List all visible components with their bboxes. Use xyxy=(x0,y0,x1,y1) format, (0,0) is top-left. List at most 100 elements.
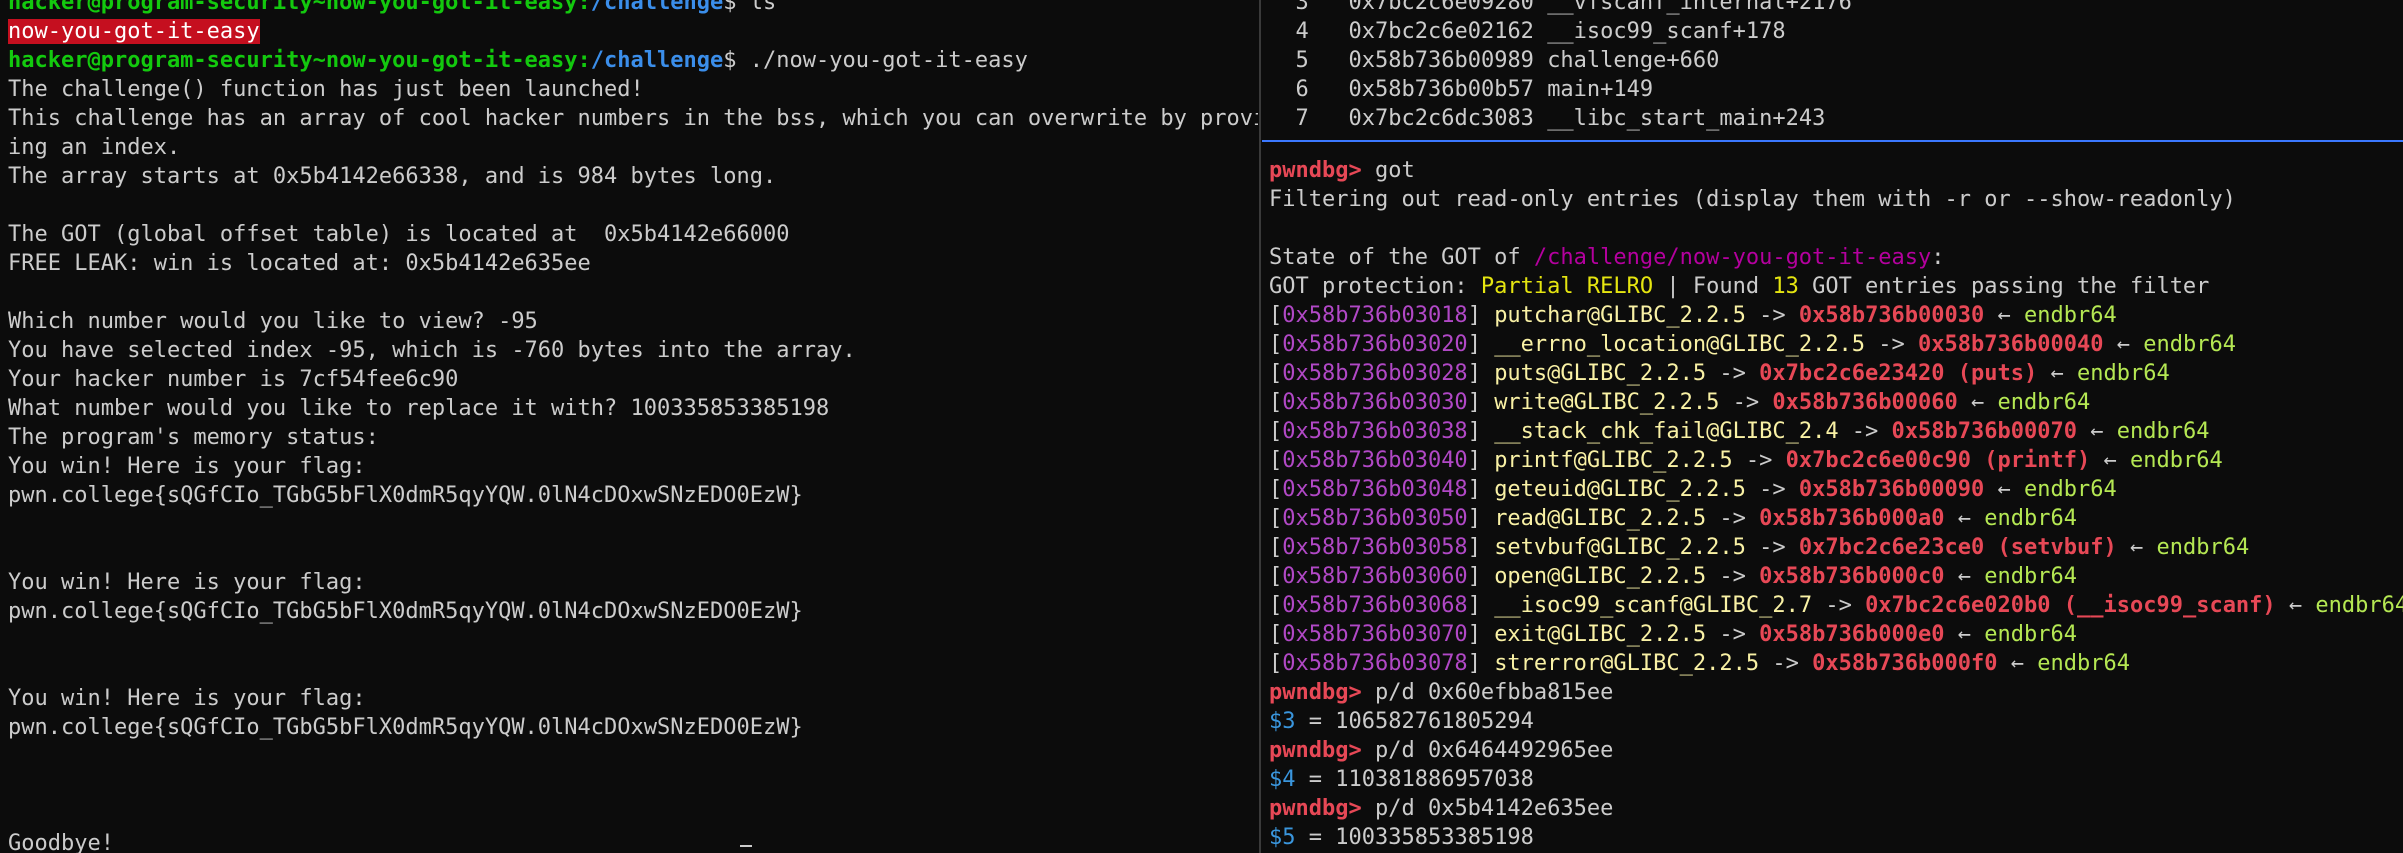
arrow-symbol: -> xyxy=(1706,506,1760,531)
frame-address: 0x58b736b00989 xyxy=(1348,48,1534,73)
got-target-address: 0x7bc2c6e020b0 xyxy=(1865,593,2051,618)
got-instruction: endbr64 xyxy=(2143,332,2236,357)
got-entry-row: [0x58b736b03068] __isoc99_scanf@GLIBC_2.… xyxy=(1269,591,2403,620)
output-text: Goodbye! xyxy=(8,831,114,853)
got-slot-address: 0x58b736b03058 xyxy=(1282,535,1468,560)
back-arrow-symbol: ← xyxy=(1984,303,2025,328)
output-text: pwn.college{sQGfCIo_TGbG5bFlX0dmR5qyYQW.… xyxy=(8,715,803,740)
result-value: 106582761805294 xyxy=(1335,709,1534,734)
frame-symbol: __isoc99_scanf+178 xyxy=(1547,19,1786,44)
equals-sign: = xyxy=(1295,767,1336,792)
pwndbg-prompt: pwndbg> xyxy=(1269,680,1362,705)
arrow-symbol: -> xyxy=(1706,564,1760,589)
bracket: [ xyxy=(1269,506,1283,531)
terminal-line: Goodbye! xyxy=(8,829,114,853)
output-text: ing an index. xyxy=(8,135,181,160)
frame-address: 0x58b736b00b57 xyxy=(1348,77,1534,102)
terminal-line: The challenge() function has just been l… xyxy=(8,75,644,104)
pad xyxy=(1362,738,1375,763)
output-text: What number would you like to replace it… xyxy=(8,396,830,421)
binary-path: /challenge/now-you-got-it-easy xyxy=(1533,245,1932,270)
got-instruction: endbr64 xyxy=(2116,419,2210,444)
got-instruction: endbr64 xyxy=(2130,448,2223,473)
bracket: [ xyxy=(1269,535,1283,560)
frame-address: 0x7bc2c6e02162 xyxy=(1348,19,1534,44)
back-arrow-symbol: ← xyxy=(1957,390,1998,415)
equals-sign: = xyxy=(1295,709,1336,734)
got-entry-row: [0x58b736b03060] open@GLIBC_2.2.5 -> 0x5… xyxy=(1269,562,2077,591)
bracket: [ xyxy=(1269,448,1283,473)
bracket: [ xyxy=(1269,332,1283,357)
got-target-address: 0x58b736b00060 xyxy=(1772,390,1958,415)
pwndbg-command: p/d 0x60efbba815ee xyxy=(1374,680,1614,705)
got-target-address: 0x58b736b00030 xyxy=(1798,303,1985,328)
bracket: [ xyxy=(1269,361,1283,386)
got-slot-address: 0x58b736b03020 xyxy=(1282,332,1468,357)
got-target-address: 0x58b736b000c0 xyxy=(1759,564,1945,589)
got-target-address: 0x58b736b00040 xyxy=(1918,332,2104,357)
got-symbol-name: strerror@GLIBC_2.2.5 xyxy=(1494,651,1760,676)
got-entry-row: [0x58b736b03030] write@GLIBC_2.2.5 -> 0x… xyxy=(1269,388,2090,417)
got-slot-address: 0x58b736b03048 xyxy=(1282,477,1468,502)
pwndbg-command-line: pwndbg> p/d 0x6464492965ee xyxy=(1269,736,1613,765)
pad xyxy=(1362,796,1375,821)
terminal-line: Which number would you like to view? -95 xyxy=(8,307,538,336)
output-text: The GOT (global offset table) is located… xyxy=(8,222,790,247)
left-terminal-pane[interactable]: hacker@program-security~now-you-got-it-e… xyxy=(0,0,1258,853)
right-pwndbg-pane[interactable]: 3 0x7bc2c6e09280 __vfscanf_internal+2176… xyxy=(1262,0,2403,853)
arrow-symbol: -> xyxy=(1745,535,1799,560)
got-symbol-name: exit@GLIBC_2.2.5 xyxy=(1494,622,1707,647)
got-instruction: endbr64 xyxy=(2156,535,2250,560)
back-arrow-symbol: ← xyxy=(2275,593,2316,618)
bracket: ] xyxy=(1467,361,1495,386)
got-entry-row: [0x58b736b03058] setvbuf@GLIBC_2.2.5 -> … xyxy=(1269,533,2249,562)
back-arrow-symbol: ← xyxy=(2103,332,2144,357)
bracket: ] xyxy=(1467,593,1495,618)
pwndbg-prompt: pwndbg> xyxy=(1269,738,1362,763)
protection-label: GOT protection: xyxy=(1269,274,1481,299)
filter-message: Filtering out read-only entries (display… xyxy=(1269,185,2236,214)
arrow-symbol: -> xyxy=(1812,593,1866,618)
got-target-address: 0x7bc2c6e00c90 xyxy=(1785,448,1972,473)
pad xyxy=(1362,680,1375,705)
pane-divider[interactable] xyxy=(1259,0,1261,853)
bracket: [ xyxy=(1269,419,1283,444)
equals-sign: = xyxy=(1295,825,1336,850)
got-resolved-symbol: (setvbuf) xyxy=(1997,535,2117,560)
got-symbol-name: __isoc99_scanf@GLIBC_2.7 xyxy=(1494,593,1813,618)
terminal-line: pwn.college{sQGfCIo_TGbG5bFlX0dmR5qyYQW.… xyxy=(8,481,803,510)
found-count: 13 xyxy=(1772,274,1799,299)
terminal-line: FREE LEAK: win is located at: 0x5b4142e6… xyxy=(8,249,591,278)
backtrace-frame: 6 0x58b736b00b57 main+149 xyxy=(1269,75,1654,104)
back-arrow-symbol: ← xyxy=(1944,506,1985,531)
got-state-line: State of the GOT of /challenge/now-you-g… xyxy=(1269,243,1945,272)
pad xyxy=(1534,19,1547,44)
pad xyxy=(1269,48,1296,73)
got-entry-row: [0x58b736b03040] printf@GLIBC_2.2.5 -> 0… xyxy=(1269,446,2223,475)
pwndbg-command: p/d 0x6464492965ee xyxy=(1374,738,1614,763)
output-text: The challenge() function has just been l… xyxy=(8,77,644,102)
pad xyxy=(1984,535,1997,560)
output-text: The program's memory status: xyxy=(8,425,379,450)
arrow-symbol: -> xyxy=(1838,419,1892,444)
arrow-symbol: -> xyxy=(1706,622,1760,647)
back-arrow-symbol: ← xyxy=(2037,361,2078,386)
terminal-line: ing an index. xyxy=(8,133,180,162)
pwndbg-command-line: pwndbg> p/d 0x60efbba815ee xyxy=(1269,678,1613,707)
backtrace-frame: 3 0x7bc2c6e09280 __vfscanf_internal+2176 xyxy=(1269,0,1852,17)
output-text: This challenge has an array of cool hack… xyxy=(8,106,1258,131)
got-slot-address: 0x58b736b03018 xyxy=(1282,303,1468,328)
back-arrow-symbol: ← xyxy=(1984,477,2025,502)
got-instruction: endbr64 xyxy=(1997,390,2091,415)
pwndbg-prompt: pwndbg> xyxy=(1269,796,1362,821)
shell-prompt-user: hacker@program-security~now-you-got-it-e… xyxy=(8,48,591,73)
backtrace-frame: 5 0x58b736b00989 challenge+660 xyxy=(1269,46,1720,75)
arrow-symbol: -> xyxy=(1706,361,1760,386)
shell-prompt-path: /challenge xyxy=(590,0,724,15)
arrow-symbol: -> xyxy=(1865,332,1919,357)
terminal-cursor xyxy=(740,845,752,847)
got-symbol-name: geteuid@GLIBC_2.2.5 xyxy=(1494,477,1746,502)
pad xyxy=(1362,158,1375,183)
got-instruction: endbr64 xyxy=(2037,651,2130,676)
got-target-address: 0x58b736b00070 xyxy=(1891,419,2077,444)
